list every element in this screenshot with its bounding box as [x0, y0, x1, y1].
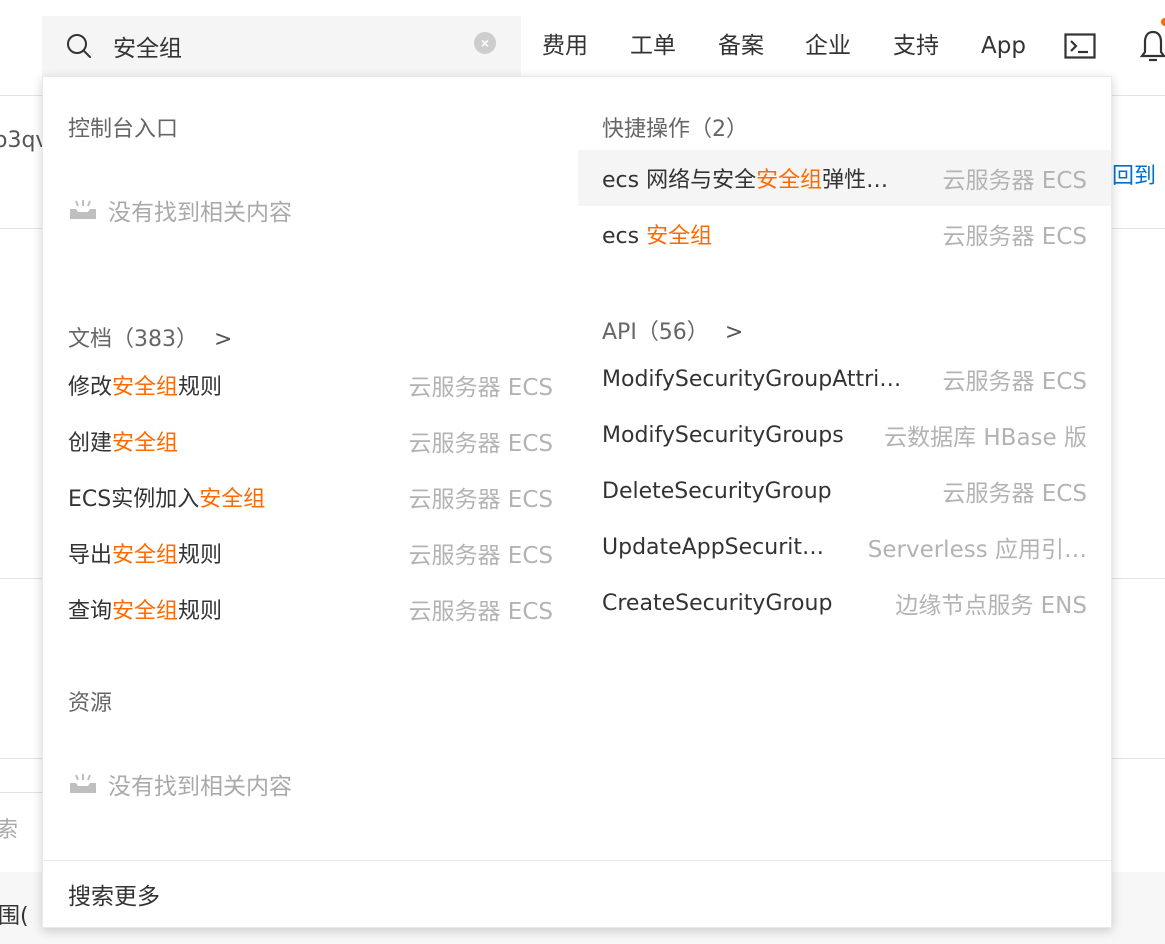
- doc-title: 查询安全组规则: [68, 599, 223, 624]
- nav-tickets[interactable]: 工单: [630, 28, 676, 64]
- doc-item[interactable]: ECS实例加入安全组 云服务器 ECS: [43, 469, 577, 525]
- divider: [0, 228, 42, 229]
- product-tag: 云服务器 ECS: [408, 431, 553, 457]
- console-empty-state: 没有找到相关内容: [68, 193, 292, 227]
- product-tag: 云服务器 ECS: [942, 224, 1087, 250]
- product-tag: 云数据库 HBase 版: [884, 425, 1087, 451]
- doc-item[interactable]: 导出安全组规则 云服务器 ECS: [43, 525, 577, 581]
- docs-section-title[interactable]: 文档（383） >: [68, 321, 232, 353]
- console-page: o3qv 回到 索 围( × 费用 工单 备案 企业 支持 App: [0, 0, 1165, 944]
- doc-item[interactable]: 查询安全组规则 云服务器 ECS: [43, 581, 577, 637]
- quick-actions-title: 快捷操作（2）: [602, 117, 748, 142]
- console-section-title: 控制台入口: [68, 117, 179, 142]
- doc-title: 导出安全组规则: [68, 543, 223, 568]
- nav-icp-filing[interactable]: 备案: [718, 28, 764, 64]
- product-tag: 云服务器 ECS: [942, 369, 1087, 395]
- terminal-icon[interactable]: [1064, 33, 1096, 59]
- nav-billing[interactable]: 费用: [542, 28, 588, 64]
- divider: [0, 578, 42, 579]
- product-tag: 云服务器 ECS: [408, 543, 553, 569]
- background-search-hint: 索: [0, 818, 19, 843]
- nav-support[interactable]: 支持: [893, 28, 939, 64]
- api-name: ModifySecurityGroups: [602, 422, 844, 448]
- quick-action-label: ecs 安全组: [602, 224, 713, 249]
- api-name: UpdateAppSecurity…: [602, 534, 834, 560]
- search-results-panel: 控制台入口 没有找到相关内容 快捷操作（2） ecs 网络与安全安全组弹性… 云…: [42, 76, 1112, 928]
- quick-action-item[interactable]: ecs 安全组 云服务器 ECS: [578, 206, 1111, 262]
- product-tag: 云服务器 ECS: [408, 599, 553, 625]
- api-name: ModifySecurityGroupAttrib…: [602, 366, 912, 392]
- product-tag: 云服务器 ECS: [942, 168, 1087, 194]
- api-item[interactable]: ModifySecurityGroupAttrib… 云服务器 ECS: [578, 351, 1111, 407]
- chevron-right-icon: >: [724, 320, 744, 345]
- resources-empty-state: 没有找到相关内容: [68, 767, 292, 801]
- docs-title-text: 文档（383）: [68, 327, 198, 352]
- doc-title: 修改安全组规则: [68, 375, 223, 400]
- search-icon: [67, 34, 91, 58]
- background-link[interactable]: 回到: [1112, 158, 1156, 190]
- bell-icon[interactable]: [1139, 28, 1165, 64]
- api-item[interactable]: ModifySecurityGroups 云数据库 HBase 版: [578, 407, 1111, 463]
- empty-box-icon: [70, 200, 96, 219]
- api-item[interactable]: UpdateAppSecurity… Serverless 应用引…: [578, 519, 1111, 575]
- notification-dot: [1161, 18, 1165, 26]
- product-tag: 边缘节点服务 ENS: [895, 593, 1087, 619]
- divider: [1112, 578, 1165, 579]
- divider: [0, 792, 42, 793]
- search-input[interactable]: [113, 26, 473, 66]
- empty-text: 没有找到相关内容: [108, 774, 292, 800]
- product-tag: 云服务器 ECS: [942, 481, 1087, 507]
- api-item[interactable]: DeleteSecurityGroup 云服务器 ECS: [578, 463, 1111, 519]
- doc-item[interactable]: 创建安全组 云服务器 ECS: [43, 413, 577, 469]
- quick-action-item[interactable]: ecs 网络与安全安全组弹性… 云服务器 ECS: [578, 150, 1111, 206]
- api-section-title[interactable]: API（56） >: [602, 314, 743, 346]
- resources-section-title: 资源: [68, 691, 113, 716]
- background-text: 围(: [0, 904, 29, 929]
- product-tag: 云服务器 ECS: [408, 487, 553, 513]
- divider: [43, 860, 1111, 861]
- nav-app[interactable]: App: [981, 28, 1026, 64]
- product-tag: Serverless 应用引…: [867, 537, 1087, 563]
- divider: [1112, 228, 1165, 229]
- empty-box-icon: [70, 774, 96, 793]
- doc-title: 创建安全组: [68, 431, 179, 456]
- divider: [0, 758, 42, 759]
- nav-enterprise[interactable]: 企业: [805, 28, 851, 64]
- api-name: CreateSecurityGroup: [602, 590, 833, 616]
- divider: [1112, 758, 1165, 759]
- api-name: DeleteSecurityGroup: [602, 478, 832, 504]
- doc-item[interactable]: 修改安全组规则 云服务器 ECS: [43, 357, 577, 413]
- global-search[interactable]: ×: [42, 16, 521, 76]
- doc-title: ECS实例加入安全组: [68, 487, 266, 512]
- product-tag: 云服务器 ECS: [408, 375, 553, 401]
- chevron-right-icon: >: [214, 327, 233, 352]
- search-more-link[interactable]: 搜索更多: [68, 877, 160, 911]
- api-item[interactable]: CreateSecurityGroup 边缘节点服务 ENS: [578, 575, 1111, 631]
- api-title-text: API（56）: [602, 320, 709, 345]
- quick-action-label: ecs 网络与安全安全组弹性…: [602, 168, 889, 193]
- empty-text: 没有找到相关内容: [108, 200, 292, 226]
- clear-icon[interactable]: ×: [474, 32, 496, 54]
